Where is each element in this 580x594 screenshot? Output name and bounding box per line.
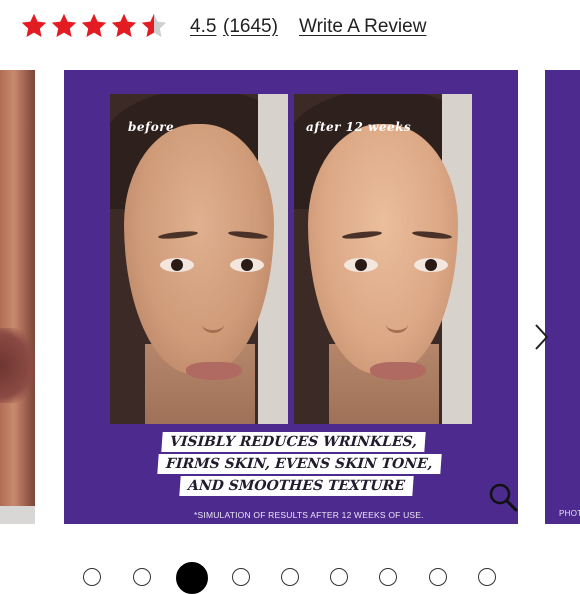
pager-dot-6[interactable] — [330, 568, 348, 586]
star-rating — [20, 12, 168, 40]
star-icon — [111, 13, 137, 37]
nose — [202, 316, 224, 333]
star-icon — [51, 13, 77, 37]
slide-edge — [0, 506, 35, 524]
eye — [344, 258, 378, 272]
eyebrow — [341, 229, 383, 241]
mouth — [186, 362, 242, 380]
pager-dot-5[interactable] — [281, 568, 299, 586]
main-slide[interactable]: before after 12 weeks VISIBLY REDUCES WR… — [64, 70, 518, 524]
star-icon — [81, 13, 107, 37]
pager-dot-7[interactable] — [379, 568, 397, 586]
nose — [386, 316, 408, 333]
face — [308, 124, 458, 380]
pager-dot-8[interactable] — [429, 568, 447, 586]
pager-dot-1[interactable] — [83, 568, 101, 586]
mouth — [370, 362, 426, 380]
pager-dot-9[interactable] — [478, 568, 496, 586]
pager-dot-3-active[interactable] — [176, 562, 208, 594]
next-slide-preview[interactable]: PHOT — [545, 70, 580, 524]
review-count[interactable]: (1645) — [223, 16, 278, 38]
write-review-link[interactable]: Write A Review — [299, 16, 426, 38]
eyebrow — [411, 229, 453, 241]
headline-line: AND SMOOTHES TEXTURE — [179, 476, 414, 496]
star-icon — [21, 13, 47, 37]
disclaimer: *SIMULATION OF RESULTS AFTER 12 WEEKS OF… — [194, 510, 424, 520]
rating-value[interactable]: 4.5 — [190, 16, 216, 38]
rating-bar: 4.5 (1645) Write A Review — [0, 0, 580, 56]
half-star-icon — [141, 13, 167, 37]
before-photo: before — [110, 94, 288, 424]
eye — [160, 258, 194, 272]
after-photo: after 12 weeks — [294, 94, 472, 424]
before-label: before — [128, 120, 175, 134]
eye — [230, 258, 264, 272]
eyebrow — [157, 229, 199, 241]
chevron-right-icon[interactable] — [531, 322, 551, 352]
after-label: after 12 weeks — [306, 120, 412, 134]
headline-line: FIRMS SKIN, EVENS SKIN TONE, — [157, 454, 442, 474]
pager-dot-4[interactable] — [232, 568, 250, 586]
eye — [414, 258, 448, 272]
carousel-pager — [0, 560, 580, 594]
eyebrow — [227, 229, 269, 241]
face — [124, 124, 274, 380]
previous-slide-preview[interactable] — [0, 70, 35, 524]
magnifier-icon[interactable] — [488, 482, 518, 512]
lips-detail — [0, 328, 35, 403]
next-slide-caption: PHOT — [559, 509, 580, 518]
chevron-left-icon[interactable] — [33, 322, 53, 352]
pager-dot-2[interactable] — [133, 568, 151, 586]
product-image-carousel: before after 12 weeks VISIBLY REDUCES WR… — [0, 70, 580, 526]
headline-line: VISIBLY REDUCES WRINKLES, — [161, 432, 426, 452]
